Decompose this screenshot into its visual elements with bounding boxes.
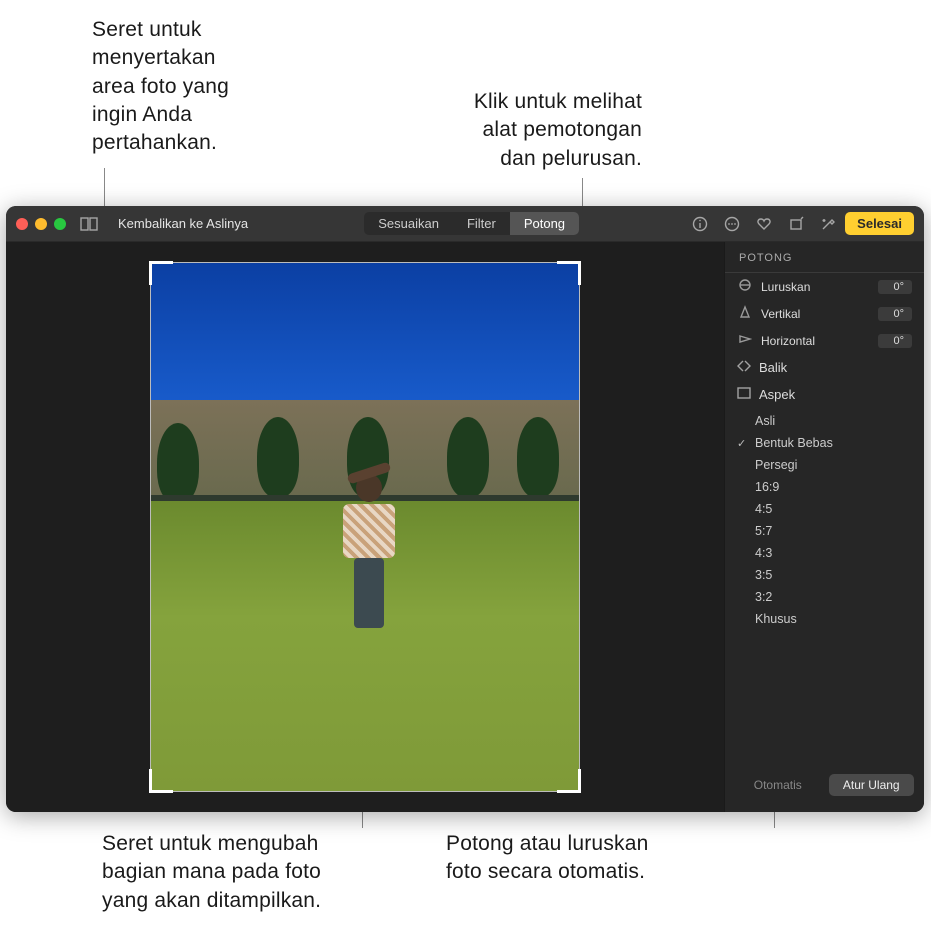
done-button[interactable]: Selesai: [845, 212, 914, 235]
toolbar-right-icons: [691, 216, 837, 232]
more-icon[interactable]: [723, 216, 741, 232]
aspect-item-4-3[interactable]: 4:3: [725, 542, 924, 564]
enhance-icon[interactable]: [819, 216, 837, 232]
callout-drag-change: Seret untuk mengubahbagian mana pada fot…: [102, 830, 362, 915]
horizontal-icon: [737, 332, 753, 349]
straighten-label: Luruskan: [761, 280, 870, 294]
photo-subject: [339, 474, 399, 634]
photo-preview[interactable]: [151, 263, 579, 791]
content-area: POTONG Luruskan 0° Vertikal 0° Horizo: [6, 242, 924, 812]
aspect-item-5-7[interactable]: 5:7: [725, 520, 924, 542]
compare-icon[interactable]: [80, 216, 98, 232]
aspect-item-asli[interactable]: Asli: [725, 410, 924, 432]
panel-header: POTONG: [725, 242, 924, 273]
close-window-button[interactable]: [16, 218, 28, 230]
crop-handle-br[interactable]: [557, 769, 581, 793]
horizontal-slider[interactable]: Horizontal 0°: [725, 327, 924, 354]
favorite-icon[interactable]: [755, 216, 773, 232]
minimize-window-button[interactable]: [35, 218, 47, 230]
tab-crop[interactable]: Potong: [510, 212, 579, 235]
vertical-icon: [737, 305, 753, 322]
aspect-item-16-9[interactable]: 16:9: [725, 476, 924, 498]
panel-footer: Otomatis Atur Ulang: [725, 766, 924, 804]
aspect-label: Aspek: [759, 387, 795, 402]
fullscreen-window-button[interactable]: [54, 218, 66, 230]
vertical-value: 0°: [878, 307, 912, 321]
vertical-label: Vertikal: [761, 307, 870, 321]
flip-label: Balik: [759, 360, 787, 375]
aspect-item-3-2[interactable]: 3:2: [725, 586, 924, 608]
tab-filter[interactable]: Filter: [453, 212, 510, 235]
aspect-item-khusus[interactable]: Khusus: [725, 608, 924, 630]
aspect-item-persegi[interactable]: Persegi: [725, 454, 924, 476]
flip-row[interactable]: Balik: [725, 354, 924, 381]
auto-button[interactable]: Otomatis: [735, 774, 821, 796]
crop-handle-tl[interactable]: [149, 261, 173, 285]
window-controls: [16, 218, 66, 230]
horizontal-label: Horizontal: [761, 334, 870, 348]
revert-button[interactable]: Kembalikan ke Aslinya: [106, 213, 260, 234]
crop-panel: POTONG Luruskan 0° Vertikal 0° Horizo: [724, 242, 924, 812]
aspect-icon: [737, 387, 753, 402]
crop-handle-tr[interactable]: [557, 261, 581, 285]
aspect-item-3-5[interactable]: 3:5: [725, 564, 924, 586]
toolbar: Kembalikan ke Aslinya Sesuaikan Filter P…: [6, 206, 924, 242]
callout-click-tools: Klik untuk melihatalat pemotongandan pel…: [432, 88, 642, 173]
callout-auto-crop: Potong atau luruskanfoto secara otomatis…: [446, 830, 706, 887]
straighten-icon: [737, 278, 753, 295]
straighten-value: 0°: [878, 280, 912, 294]
image-stage: [6, 242, 724, 812]
info-icon[interactable]: [691, 216, 709, 232]
aspect-item-bentuk-bebas[interactable]: ✓Bentuk Bebas: [725, 432, 924, 454]
rotate-icon[interactable]: [787, 216, 805, 232]
flip-icon: [737, 360, 753, 375]
edit-mode-segment: Sesuaikan Filter Potong: [364, 212, 579, 235]
vertical-slider[interactable]: Vertikal 0°: [725, 300, 924, 327]
tab-adjust[interactable]: Sesuaikan: [364, 212, 453, 235]
horizontal-value: 0°: [878, 334, 912, 348]
reset-button[interactable]: Atur Ulang: [829, 774, 915, 796]
aspect-list: Asli ✓Bentuk Bebas Persegi 16:9 4:5 5:7 …: [725, 408, 924, 634]
photos-edit-window: Kembalikan ke Aslinya Sesuaikan Filter P…: [6, 206, 924, 812]
aspect-item-4-5[interactable]: 4:5: [725, 498, 924, 520]
straighten-slider[interactable]: Luruskan 0°: [725, 273, 924, 300]
check-icon: ✓: [737, 437, 746, 450]
aspect-row[interactable]: Aspek: [725, 381, 924, 408]
crop-handle-bl[interactable]: [149, 769, 173, 793]
callout-drag-include: Seret untukmenyertakanarea foto yangingi…: [92, 16, 292, 158]
crop-frame[interactable]: [150, 262, 580, 792]
